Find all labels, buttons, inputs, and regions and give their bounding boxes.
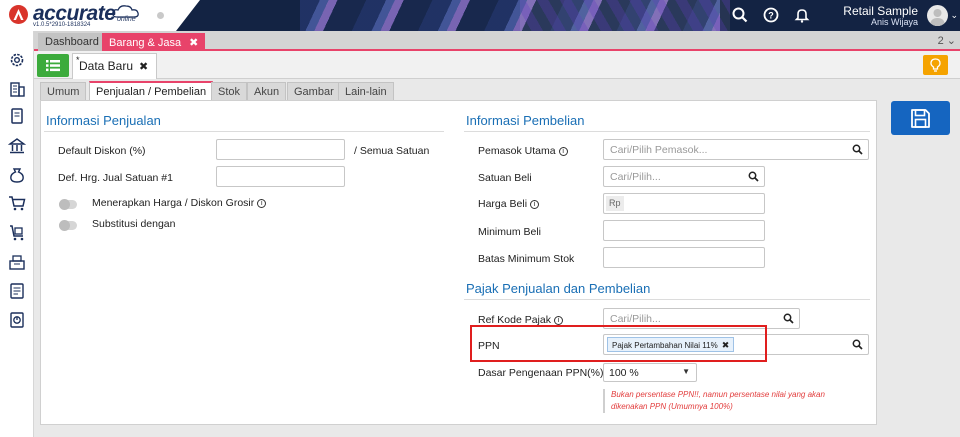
pemasok-placeholder: Cari/Pilih Pemasok...	[610, 144, 708, 156]
default-diskon-label: Default Diskon (%)	[58, 145, 146, 157]
info-icon[interactable]: i	[553, 316, 563, 325]
grosir-label-text: Menerapkan Harga / Diskon Grosir	[92, 197, 255, 209]
section-title-penjualan: Informasi Penjualan	[46, 113, 161, 128]
section-title-pajak: Pajak Penjualan dan Pembelian	[466, 281, 651, 296]
status-dot	[157, 12, 164, 19]
book-icon[interactable]	[8, 107, 26, 125]
list-button[interactable]	[37, 54, 69, 77]
currency-prefix: Rp	[606, 196, 624, 211]
tab-barang-jasa-label: Barang & Jasa	[109, 37, 182, 49]
tab-penjualan-pembelian[interactable]: Penjualan / Pembelian	[89, 81, 214, 101]
close-icon[interactable]: ✖	[139, 61, 148, 73]
search-icon[interactable]	[783, 313, 794, 324]
sidebar	[0, 31, 34, 437]
unsaved-marker: *	[76, 55, 80, 65]
avatar[interactable]	[927, 5, 948, 26]
logo-mark-icon	[9, 5, 28, 24]
search-icon[interactable]	[748, 171, 759, 182]
pemasok-input[interactable]: Cari/Pilih Pemasok...	[603, 139, 869, 160]
building-icon[interactable]	[8, 80, 26, 98]
tab-barang-jasa[interactable]: Barang & Jasa ✖	[102, 33, 206, 51]
gear-icon[interactable]	[8, 51, 26, 69]
grosir-label: Menerapkan Harga / Diskon Grosir i	[92, 197, 267, 209]
info-icon[interactable]: i	[257, 199, 267, 208]
search-icon[interactable]	[852, 339, 863, 350]
ppn-warning-note: Bukan persentase PPN!!, namun persentase…	[603, 389, 853, 413]
grosir-toggle[interactable]	[59, 199, 77, 210]
search-icon[interactable]	[852, 144, 863, 155]
tab-data-baru-label: Data Baru	[79, 59, 134, 73]
info-icon[interactable]: i	[558, 147, 568, 156]
svg-text:?: ?	[768, 11, 774, 21]
tab-dashboard-label: Dashboard	[45, 36, 99, 48]
harga-beli-label-text: Harga Beli	[478, 198, 528, 210]
minimum-beli-label: Minimum Beli	[478, 226, 542, 238]
def-harga-jual-label: Def. Hrg. Jual Satuan #1	[58, 172, 173, 184]
dasar-pengenaan-label: Dasar Pengenaan PPN(%)	[478, 367, 604, 379]
minimum-beli-input[interactable]	[603, 220, 765, 241]
warning-line-2: dikenakan PPN (Umumnya 100%)	[611, 402, 733, 411]
tab-gambar[interactable]: Gambar	[287, 82, 341, 101]
tab-data-baru[interactable]: * Data Baru ✖	[72, 53, 158, 79]
tab-dashboard[interactable]: Dashboard	[38, 33, 106, 51]
bell-icon[interactable]	[793, 6, 811, 24]
logo-subtext: online	[117, 16, 136, 23]
satuan-beli-label: Satuan Beli	[478, 172, 532, 184]
chevron-down-icon[interactable]: ⌄	[950, 10, 958, 21]
info-icon[interactable]: i	[530, 200, 540, 209]
module-tab-bar: Dashboard Barang & Jasa ✖ 2 ⌄	[34, 31, 960, 51]
tab-akun[interactable]: Akun	[247, 82, 287, 101]
satuan-beli-placeholder: Cari/Pilih...	[610, 171, 661, 183]
section-title-pembelian: Informasi Pembelian	[466, 113, 585, 128]
ppn-highlight-box	[470, 325, 767, 362]
cart-icon[interactable]	[8, 194, 26, 212]
ref-kode-pajak-placeholder: Cari/Pilih...	[610, 313, 661, 325]
section-divider	[464, 299, 870, 300]
help-icon[interactable]: ?	[762, 6, 780, 24]
truck-cart-icon[interactable]	[8, 224, 26, 242]
section-divider	[464, 131, 870, 132]
tab-stok[interactable]: Stok	[211, 82, 248, 101]
satuan-beli-input[interactable]: Cari/Pilih...	[603, 166, 765, 187]
version-text: v1.0.5*2910-1818324	[33, 22, 91, 28]
header-decoration-overlay	[520, 0, 730, 31]
save-icon	[911, 109, 930, 128]
substitusi-toggle[interactable]	[59, 220, 77, 231]
tab-count[interactable]: 2 ⌄	[938, 34, 956, 47]
top-bar: accurate online v1.0.5*2910-1818324 ? Re…	[0, 0, 960, 31]
warehouse-icon[interactable]	[8, 253, 26, 271]
warning-line-1: Bukan persentase PPN!!, namun persentase…	[611, 390, 825, 399]
tab-umum[interactable]: Umum	[40, 82, 87, 101]
dasar-pengenaan-value: 100 %	[609, 367, 639, 379]
pemasok-label-text: Pemasok Utama	[478, 145, 556, 157]
user-name[interactable]: Retail Sample	[843, 4, 918, 18]
report-icon[interactable]	[8, 311, 26, 329]
money-bag-icon[interactable]	[8, 166, 26, 184]
lightbulb-icon	[930, 58, 941, 72]
user-role: Anis Wijaya	[870, 17, 918, 27]
semua-satuan-label: / Semua Satuan	[354, 145, 430, 157]
save-button[interactable]	[891, 101, 950, 135]
harga-beli-label: Harga Beli i	[478, 198, 540, 210]
dasar-pengenaan-select[interactable]: 100 % ▼	[603, 363, 697, 382]
document-tab-bar: * Data Baru ✖	[34, 51, 960, 79]
tab-lain-lain[interactable]: Lain-lain	[338, 82, 394, 101]
default-diskon-input[interactable]	[216, 139, 345, 160]
chevron-down-icon: ▼	[682, 367, 690, 376]
batas-minimum-stok-label: Batas Minimum Stok	[478, 253, 575, 265]
harga-beli-input[interactable]: Rp	[603, 193, 765, 214]
list-icon	[46, 60, 60, 72]
search-icon[interactable]	[731, 6, 749, 24]
tips-button[interactable]	[923, 55, 948, 75]
batas-minimum-stok-input[interactable]	[603, 247, 765, 268]
ledger-icon[interactable]	[8, 282, 26, 300]
substitusi-label: Substitusi dengan	[92, 218, 176, 230]
bank-icon[interactable]	[8, 137, 26, 155]
pemasok-label: Pemasok Utama i	[478, 145, 568, 157]
close-icon[interactable]: ✖	[189, 37, 198, 49]
def-harga-jual-input[interactable]	[216, 166, 345, 187]
section-divider	[44, 131, 444, 132]
